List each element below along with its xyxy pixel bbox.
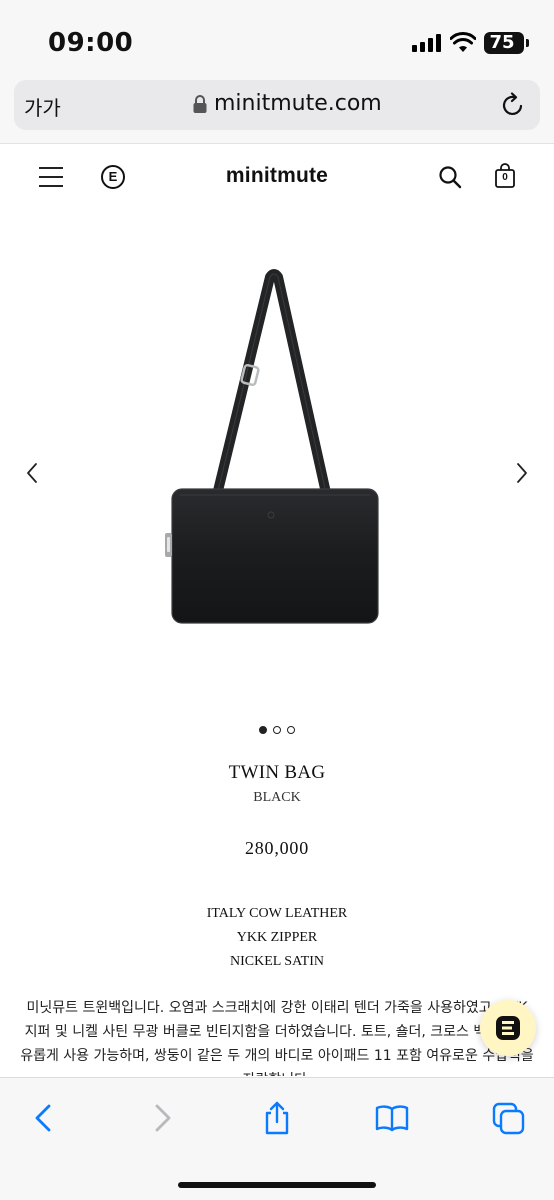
browser-toolbar: [0, 1077, 554, 1200]
browser-address-area: 가가 minitmute.com: [0, 80, 554, 144]
signal-icon: [412, 34, 444, 52]
home-indicator: [178, 1182, 376, 1188]
cart-icon[interactable]: 0: [494, 163, 516, 189]
site-logo[interactable]: minitmute: [0, 164, 554, 188]
wifi-icon: [450, 32, 476, 52]
forward-icon[interactable]: [144, 1100, 180, 1136]
product-description: 미닛뮤트 트윈백입니다. 오염과 스크래치에 강한 이태리 텐더 가죽을 사용하…: [20, 1000, 534, 1076]
bookmarks-icon[interactable]: [374, 1100, 410, 1136]
carousel-dot[interactable]: [273, 726, 281, 734]
carousel-dot[interactable]: [287, 726, 295, 734]
product-photo: [165, 269, 379, 624]
url-text[interactable]: minitmute.com: [214, 91, 382, 116]
status-bar: 09:00 75: [0, 0, 554, 80]
chevron-right-icon[interactable]: [512, 461, 532, 485]
product-name: TWIN BAG: [228, 762, 326, 783]
chat-button[interactable]: [480, 1000, 536, 1056]
carousel-indicator: [0, 726, 554, 736]
product-image-carousel[interactable]: [0, 211, 554, 711]
product-color: BLACK: [253, 790, 301, 805]
battery-tip: [526, 39, 529, 47]
spec-line: YKK ZIPPER: [236, 930, 318, 945]
reload-icon[interactable]: [500, 92, 526, 118]
search-icon[interactable]: [438, 165, 462, 189]
spec-line: NICKEL SATIN: [230, 954, 324, 969]
product-specs: ITALY COW LEATHER YKK ZIPPER NICKEL SATI…: [0, 902, 554, 974]
cart-count: 0: [502, 172, 508, 183]
carousel-dot[interactable]: [259, 726, 267, 734]
back-icon[interactable]: [26, 1100, 62, 1136]
chevron-left-icon[interactable]: [22, 461, 42, 485]
chat-logo-icon: [496, 1016, 520, 1040]
share-icon[interactable]: [259, 1100, 295, 1136]
text-size-button[interactable]: 가가: [24, 92, 61, 121]
battery-level: 75: [489, 32, 515, 53]
lock-icon: [193, 95, 207, 113]
spec-line: ITALY COW LEATHER: [206, 906, 348, 921]
battery-icon: 75: [484, 32, 524, 54]
address-bar[interactable]: 가가 minitmute.com: [14, 80, 540, 130]
site-header: E minitmute 0: [0, 145, 554, 211]
product-price: 280,000: [244, 838, 310, 858]
tabs-icon[interactable]: [491, 1100, 527, 1136]
status-time: 09:00: [48, 28, 134, 58]
